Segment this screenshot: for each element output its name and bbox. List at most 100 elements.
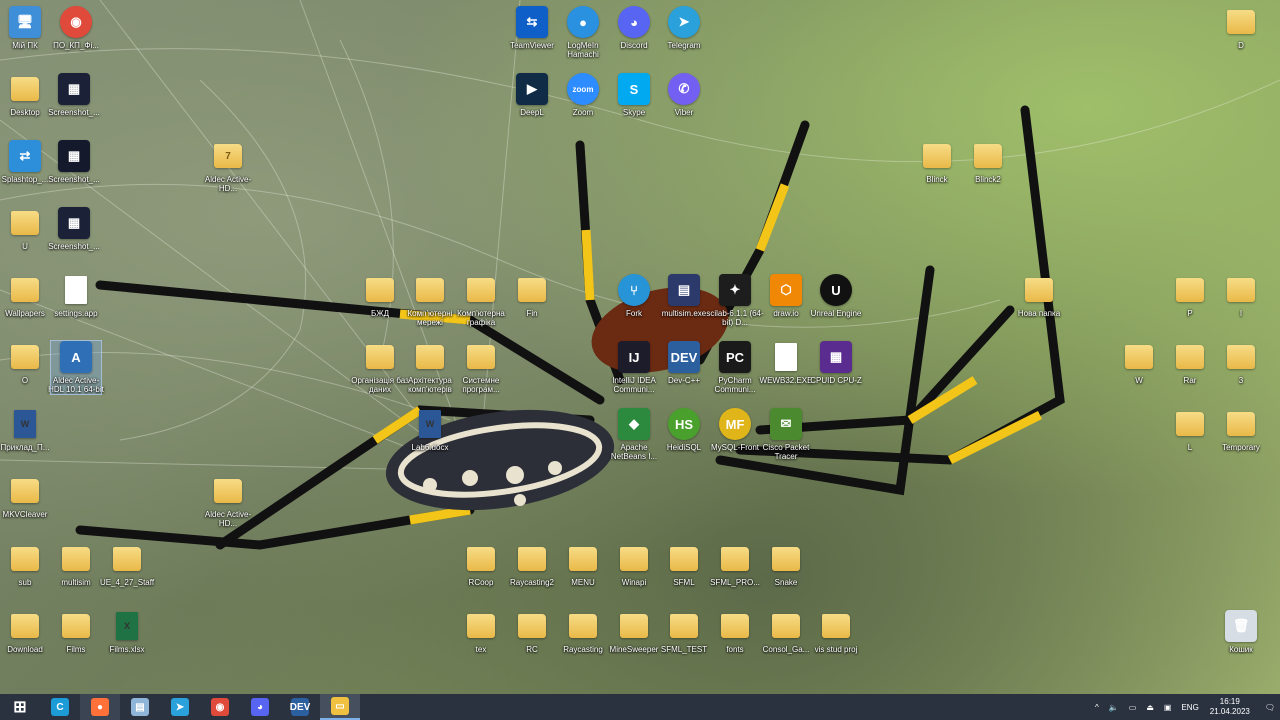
desktop-icon-fonts[interactable]: fonts	[710, 610, 760, 654]
chrome-desktop-icon: ◉	[60, 6, 92, 38]
desktop-icon-p-folder[interactable]: P	[1165, 274, 1215, 318]
desktop-icon-screenshot-3[interactable]: ▦ Screenshot_...	[48, 207, 100, 251]
desktop-icon-wallpapers-folder[interactable]: Wallpapers	[0, 274, 50, 318]
desktop-icon-rar-folder[interactable]: Rar	[1165, 341, 1215, 385]
desktop-icon-discord[interactable]: ◕ Discord	[609, 6, 659, 50]
taskbar-devcpp-button[interactable]: DEV	[280, 694, 320, 720]
taskbar-chrome-button[interactable]: ◉	[200, 694, 240, 720]
desktop-icon-winapi[interactable]: Winapi	[609, 543, 659, 587]
volume-icon[interactable]: 🔈	[1109, 703, 1119, 712]
desktop-icon-multisim-folder[interactable]: multisim	[51, 543, 101, 587]
desktop-icon-scilab[interactable]: ✦ scilab-6.1.1 (64-bit) D...	[706, 274, 764, 327]
desktop-icon-komp-merezhi[interactable]: Комп'ютерні мережі	[405, 274, 455, 327]
desktop-icon-vis-stud[interactable]: vis stud proj	[811, 610, 861, 654]
desktop-icon-rc[interactable]: RC	[507, 610, 557, 654]
vis-stud-icon	[822, 614, 850, 638]
desktop-icon-download-folder[interactable]: Download	[0, 610, 50, 654]
desktop-icon-recycle-bin[interactable]: 🗑 Кошик	[1216, 610, 1266, 654]
desktop-icon-label: Raycasting	[563, 645, 603, 654]
taskbar-notepad-button[interactable]: ▤	[120, 694, 160, 720]
desktop-icon-chrome-desktop[interactable]: ◉ ПО_КП_Фі...	[51, 6, 101, 50]
desktop-icon-skype[interactable]: S Skype	[609, 73, 659, 117]
desktop-icon-sub-folder[interactable]: sub	[0, 543, 50, 587]
desktop-icon-org-baz[interactable]: Організація баз даних	[351, 341, 409, 394]
desktop-icon-w-folder[interactable]: W	[1114, 341, 1164, 385]
desktop-icon-systemne-prog[interactable]: Системне програм...	[456, 341, 506, 394]
desktop-icon-bzhd[interactable]: БЖД	[355, 274, 405, 318]
desktop-icon-teamviewer[interactable]: ⇆ TeamViewer	[507, 6, 557, 50]
desktop-icon-ue-staff[interactable]: UE_4_27_Staff	[100, 543, 154, 587]
desktop-icon-sfml-pro[interactable]: SFML_PRO...	[710, 543, 760, 587]
desktop-icon-tex[interactable]: tex	[456, 610, 506, 654]
desktop-icon-o-folder[interactable]: O	[0, 341, 50, 385]
desktop-icon-blinck2[interactable]: Blinck2	[963, 140, 1013, 184]
desktop-icon-films-folder[interactable]: Films	[51, 610, 101, 654]
desktop-icon-my-pc[interactable]: 🖥 Мій ПК	[0, 6, 50, 50]
desktop-icon-sfml[interactable]: SFML	[659, 543, 709, 587]
desktop-icon-snake[interactable]: Snake	[761, 543, 811, 587]
desktop-icon-lab6[interactable]: W Lab6.docx	[405, 408, 455, 452]
desktop-icon-three-folder[interactable]: 3	[1216, 341, 1266, 385]
desktop-icon-screenshot-1[interactable]: ▦ Screenshot_...	[48, 73, 100, 117]
desktop-icon-consol-ga[interactable]: Consol_Ga...	[761, 610, 811, 654]
desktop-icon-blinck[interactable]: Blinck	[912, 140, 962, 184]
desktop-icon-rcoop[interactable]: RCoop	[456, 543, 506, 587]
desktop-icon-unreal[interactable]: U Unreal Engine	[811, 274, 861, 318]
desktop-icon-sfml-test[interactable]: SFML_TEST	[659, 610, 709, 654]
desktop-icon-nova-papka[interactable]: Нова папка	[1014, 274, 1064, 318]
desktop-icon-telegram[interactable]: ➤ Telegram	[659, 6, 709, 50]
desktop-icon-logmein[interactable]: ● LogMeIn Hamachi	[558, 6, 608, 59]
desktop-icon-mysql-front[interactable]: MF MySQL-Front	[710, 408, 760, 452]
desktop-icon-mkvcleaver[interactable]: MKVCleaver	[0, 475, 50, 519]
desktop-icon-l-folder[interactable]: L	[1165, 408, 1215, 452]
desktop-icon-splashtop[interactable]: ⇄ Splashtop_...	[0, 140, 50, 184]
desktop-icon-d-folder[interactable]: D	[1216, 6, 1266, 50]
desktop-icon-heidisql[interactable]: HS HeidiSQL	[659, 408, 709, 452]
desktop-icon-aldec-hdl-1[interactable]: 7 Aldec Active-HD...	[203, 140, 253, 193]
desktop-icon-desktop-folder[interactable]: Desktop	[0, 73, 50, 117]
desktop-icon-deepl[interactable]: ▶ DeepL	[507, 73, 557, 117]
desktop-icon-minesweeper[interactable]: MineSweeper	[609, 610, 659, 654]
desktop-icon-aldec-hdl-2[interactable]: Aldec Active-HD...	[203, 475, 253, 528]
desktop-icon-devcpp[interactable]: DEV Dev-C++	[659, 341, 709, 385]
taskbar-firefox-button[interactable]: ●	[80, 694, 120, 720]
taskbar-start-button[interactable]: ⊞	[0, 694, 40, 720]
desktop-icon-raycasting[interactable]: Raycasting	[558, 610, 608, 654]
taskbar-telegram-button[interactable]: ➤	[160, 694, 200, 720]
desktop-icon-arkh-komp[interactable]: Архітектура комп'ютерів	[405, 341, 455, 394]
desktop-icon-label: Нова папка	[1017, 309, 1061, 318]
desktop-icon-cpuid[interactable]: ▦ CPUID CPU-Z	[810, 341, 862, 385]
desktop-icon-temporary[interactable]: Temporary	[1216, 408, 1266, 452]
desktop-icon-raycasting2[interactable]: Raycasting2	[507, 543, 557, 587]
desktop-icon-prykład[interactable]: W Приклад_П...	[0, 408, 50, 452]
desktop-icon-wewb32[interactable]: WEWB32.EXE	[760, 341, 812, 385]
desktop-icon-i-folder[interactable]: I	[1216, 274, 1266, 318]
taskbar-explorer-button[interactable]: ▭	[320, 694, 360, 720]
battery-icon[interactable]: ▭	[1129, 703, 1137, 712]
desktop-icon-cisco-pt[interactable]: ✉ Cisco Packet Tracer	[761, 408, 811, 461]
desktop-icon-intellij[interactable]: IJ IntelliJ IDEA Communi...	[609, 341, 659, 394]
desktop-icon-multisim-exe[interactable]: ▤ multisim.exe	[659, 274, 709, 318]
desktop-icon-netbeans[interactable]: ◆ Apache NetBeans I...	[609, 408, 659, 461]
desktop-icon-settings-app[interactable]: settings.app	[51, 274, 101, 318]
desktop-icon-menu[interactable]: MENU	[558, 543, 608, 587]
desktop-icon-pycharm[interactable]: PC PyCharm Communi...	[710, 341, 760, 394]
desktop-icon-zoom[interactable]: zoom Zoom	[558, 73, 608, 117]
taskbar-discord-button[interactable]: ◕	[240, 694, 280, 720]
taskbar-cortana-button[interactable]: C	[40, 694, 80, 720]
desktop-icon-screenshot-2[interactable]: ▦ Screenshot_...	[48, 140, 100, 184]
notifications-icon[interactable]: 🗨	[1265, 703, 1275, 712]
desktop-icon-u-folder[interactable]: U	[0, 207, 50, 251]
taskbar-clock[interactable]: 16:19 21.04.2023	[1210, 697, 1250, 717]
desktop-icon-komp-grafika[interactable]: Комп'ютерна графіка	[456, 274, 506, 327]
desktop-icon-aldec-selected[interactable]: A Aldec Active-HDL 10.1 64-bit	[48, 340, 104, 395]
desktop-icon-viber[interactable]: ✆ Viber	[659, 73, 709, 117]
usb-icon[interactable]: ⏏	[1146, 703, 1154, 712]
desktop-icon-films-xlsx[interactable]: X Films.xlsx	[102, 610, 152, 654]
desktop-icon-fin[interactable]: Fin	[507, 274, 557, 318]
tray-chevron-icon[interactable]: ^	[1095, 703, 1099, 712]
network-icon[interactable]: ▣	[1164, 703, 1172, 712]
desktop-icon-fork[interactable]: ⑂ Fork	[609, 274, 659, 318]
language-indicator[interactable]: ENG	[1181, 703, 1198, 712]
desktop-icon-drawio[interactable]: ⬡ draw.io	[761, 274, 811, 318]
